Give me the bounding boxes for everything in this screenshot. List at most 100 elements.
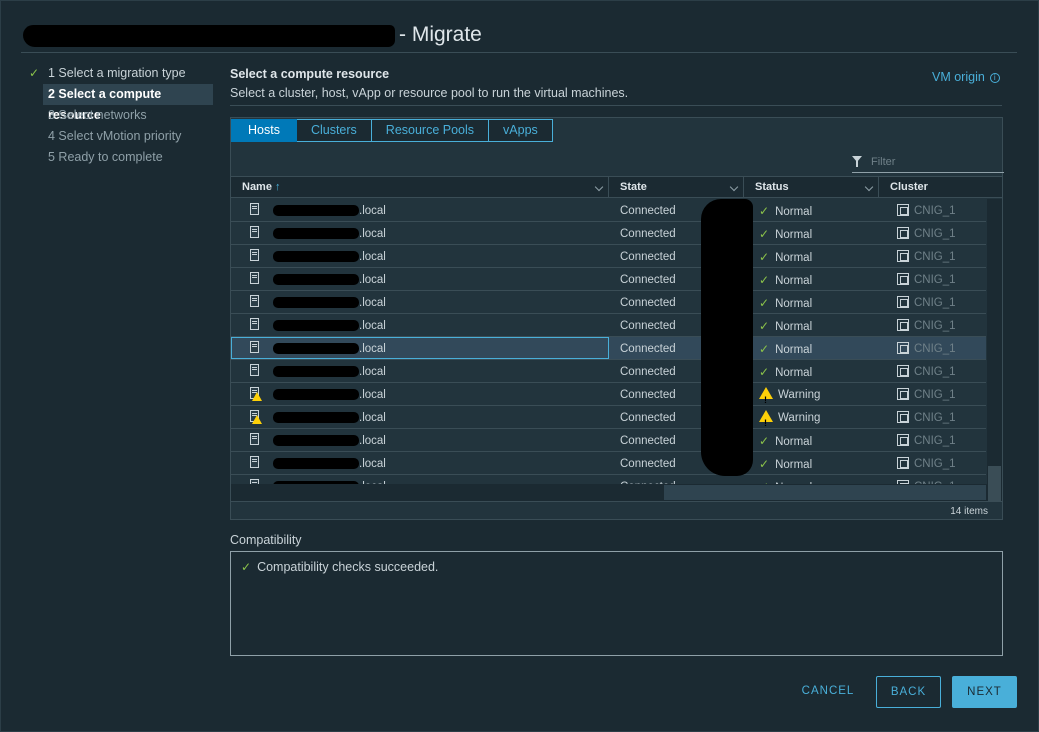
host-name-cell[interactable]: .local bbox=[231, 291, 609, 313]
filter-placeholder: Filter bbox=[871, 156, 896, 168]
host-icon bbox=[250, 364, 259, 376]
check-icon: ✓ bbox=[759, 319, 770, 333]
cluster-name: CNIG_1 bbox=[914, 297, 956, 309]
chevron-down-icon[interactable] bbox=[864, 182, 874, 192]
cluster-icon bbox=[897, 250, 909, 262]
scroll-thumb[interactable] bbox=[988, 466, 1001, 501]
cluster-icon bbox=[897, 365, 909, 377]
wizard-step-1[interactable]: ✓ 1 Select a migration type bbox=[27, 63, 217, 84]
host-status: ✓Normal bbox=[759, 429, 879, 451]
host-name-cell[interactable]: .local bbox=[231, 429, 609, 451]
chevron-down-icon[interactable] bbox=[729, 182, 739, 192]
redacted-host-name bbox=[273, 458, 359, 469]
cluster-name: CNIG_1 bbox=[914, 320, 956, 332]
host-cluster: CNIG_1 bbox=[895, 337, 985, 359]
vm-origin-link[interactable]: VM origin i bbox=[932, 70, 1000, 84]
info-icon: i bbox=[989, 72, 1000, 83]
host-name-cell[interactable]: .local bbox=[231, 383, 609, 405]
cancel-button[interactable]: CANCEL bbox=[796, 676, 860, 708]
back-button[interactable]: BACK bbox=[876, 676, 941, 708]
cluster-name: CNIG_1 bbox=[914, 412, 956, 424]
host-name-cell[interactable]: .local bbox=[231, 452, 609, 474]
compatibility-panel: ✓ Compatibility checks succeeded. bbox=[230, 551, 1003, 656]
cluster-name: CNIG_1 bbox=[914, 366, 956, 378]
page-subtitle: Select a cluster, host, vApp or resource… bbox=[230, 86, 629, 100]
status-label: Normal bbox=[775, 344, 813, 356]
tab-vapps[interactable]: vApps bbox=[489, 119, 553, 142]
wizard-step-4[interactable]: 4 Select vMotion priority bbox=[27, 126, 217, 147]
host-name-cell[interactable]: .local bbox=[231, 406, 609, 428]
host-icon bbox=[250, 272, 259, 284]
host-name-suffix: .local bbox=[359, 274, 386, 286]
tab-resource-pools[interactable]: Resource Pools bbox=[371, 119, 490, 142]
table-row[interactable]: .localConnected✓NormalCNIG_1 bbox=[231, 452, 986, 475]
column-header-status[interactable]: Status bbox=[744, 177, 879, 198]
host-name-cell[interactable]: .local bbox=[231, 222, 609, 244]
horizontal-scrollbar[interactable] bbox=[231, 484, 987, 501]
host-icon bbox=[250, 226, 259, 238]
table-row[interactable]: .localConnected✓NormalCNIG_1 bbox=[231, 429, 986, 452]
host-name-suffix: .local bbox=[359, 251, 386, 263]
wizard-step-3[interactable]: 3 Select networks bbox=[27, 105, 217, 126]
host-name-cell[interactable]: .local bbox=[231, 360, 609, 382]
column-cluster-label: Cluster bbox=[890, 181, 928, 193]
table-row[interactable]: .localConnected✓NormalCNIG_1 bbox=[231, 337, 986, 360]
column-header-cluster[interactable]: Cluster bbox=[879, 177, 1002, 198]
cluster-name: CNIG_1 bbox=[914, 435, 956, 447]
host-name-cell[interactable]: .local bbox=[231, 475, 609, 484]
table-row[interactable]: .localConnectedWarningCNIG_1 bbox=[231, 383, 986, 412]
host-name-cell[interactable]: .local bbox=[231, 337, 609, 359]
resource-tabs: Hosts Clusters Resource Pools vApps bbox=[231, 119, 553, 142]
tab-hosts[interactable]: Hosts bbox=[231, 119, 297, 142]
cluster-name: CNIG_1 bbox=[914, 205, 956, 217]
redacted-host-name bbox=[273, 320, 359, 331]
table-row[interactable]: .localConnected✓NormalCNIG_1 bbox=[231, 199, 986, 222]
cluster-name: CNIG_1 bbox=[914, 228, 956, 240]
host-cluster: CNIG_1 bbox=[895, 360, 985, 382]
table-header: Name ↑ State Status Cluster bbox=[231, 176, 1002, 198]
next-button[interactable]: NEXT bbox=[952, 676, 1017, 708]
cluster-name: CNIG_1 bbox=[914, 274, 956, 286]
wizard-step-2[interactable]: 2 Select a compute resource bbox=[43, 84, 213, 122]
chevron-down-icon[interactable] bbox=[594, 182, 604, 192]
wizard-step-5[interactable]: 5 Ready to complete bbox=[27, 147, 217, 168]
host-name-cell[interactable]: .local bbox=[231, 268, 609, 290]
host-name-cell[interactable]: .local bbox=[231, 314, 609, 336]
wizard-step-label: 1 Select a migration type bbox=[48, 66, 186, 80]
table-row[interactable]: .localConnected✓NormalCNIG_1 bbox=[231, 222, 986, 245]
status-label: Normal bbox=[775, 321, 813, 333]
host-name-cell[interactable]: .local bbox=[231, 199, 609, 221]
host-name-cell[interactable]: .local bbox=[231, 245, 609, 267]
filter-input[interactable]: Filter bbox=[852, 153, 1004, 173]
host-status: ✓Normal bbox=[759, 475, 879, 484]
table-row[interactable]: .localConnected✓NormalCNIG_1 bbox=[231, 475, 986, 484]
cluster-icon bbox=[897, 319, 909, 331]
divider bbox=[230, 105, 1002, 106]
host-name-suffix: .local bbox=[359, 228, 386, 240]
table-row[interactable]: .localConnected✓NormalCNIG_1 bbox=[231, 291, 986, 314]
cluster-icon bbox=[897, 411, 909, 423]
column-header-state[interactable]: State bbox=[609, 177, 744, 198]
redacted-host-name bbox=[273, 366, 359, 377]
host-status: ✓Normal bbox=[759, 452, 879, 474]
table-row[interactable]: .localConnected✓NormalCNIG_1 bbox=[231, 314, 986, 337]
dialog-title: - Migrate bbox=[399, 23, 482, 46]
host-cluster: CNIG_1 bbox=[895, 245, 985, 267]
column-header-name[interactable]: Name ↑ bbox=[231, 177, 609, 198]
check-icon: ✓ bbox=[241, 560, 252, 574]
tab-clusters[interactable]: Clusters bbox=[296, 119, 372, 142]
compatibility-text: Compatibility checks succeeded. bbox=[257, 560, 439, 574]
host-icon bbox=[250, 341, 259, 353]
vertical-scrollbar[interactable] bbox=[987, 199, 1002, 501]
host-icon bbox=[250, 456, 259, 468]
scroll-thumb[interactable] bbox=[664, 485, 986, 500]
cluster-icon bbox=[897, 296, 909, 308]
redacted-host-name bbox=[273, 297, 359, 308]
cluster-icon bbox=[897, 457, 909, 469]
wizard-step-label: 5 Ready to complete bbox=[48, 150, 163, 164]
table-row[interactable]: .localConnectedWarningCNIG_1 bbox=[231, 406, 986, 435]
table-row[interactable]: .localConnected✓NormalCNIG_1 bbox=[231, 360, 986, 383]
table-row[interactable]: .localConnected✓NormalCNIG_1 bbox=[231, 268, 986, 291]
table-row[interactable]: .localConnected✓NormalCNIG_1 bbox=[231, 245, 986, 268]
host-name-suffix: .local bbox=[359, 458, 386, 470]
